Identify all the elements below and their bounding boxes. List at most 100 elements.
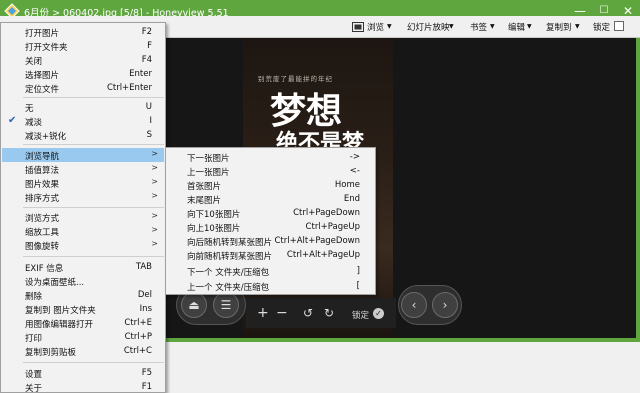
menu-item-label: 设置 [25,370,43,380]
menu-item-shortcut: Del [137,290,152,300]
rotate-right-icon[interactable]: ↻ [324,306,334,320]
menu-item-label: 定位文件 [25,85,60,95]
submenu-item-next-image[interactable]: 下一张图片 -> [167,150,374,164]
edit-dropdown-icon[interactable]: ▼ [527,23,532,30]
menu-item-dodge[interactable]: ✔ 减淡 I [2,114,164,128]
submenu-item-last-image[interactable]: 末尾图片 End [167,192,374,206]
submenu-item-previous-folder[interactable]: 上一个 文件夹/压缩包 [ [167,279,374,293]
submenu-arrow-icon: > [151,211,158,220]
menu-item-delete[interactable]: 删除 Del [2,288,164,302]
menu-item-shortcut: ] [356,266,360,276]
toolbar-slideshow[interactable]: 幻灯片放映 [407,21,450,33]
lock-check-icon[interactable]: ✓ [373,308,384,319]
menu-item-open-image[interactable]: 打开图片 F2 [2,25,164,39]
menu-separator [23,144,164,145]
menu-item-browse-mode[interactable]: 浏览方式 > [2,210,164,224]
menu-item-zoom-tools[interactable]: 缩放工具 > [2,224,164,238]
menu-item-label: 选择图片 [25,71,60,81]
menu-item-close[interactable]: 关闭 F4 [2,53,164,67]
submenu-item-next-folder[interactable]: 下一个 文件夹/压缩包] [167,264,374,278]
menu-separator [23,97,164,98]
menu-item-label: EXIF 信息 [25,264,64,274]
menu-item-select-image[interactable]: 选择图片 Enter [2,67,164,81]
menu-item-set-wallpaper[interactable]: 设为桌面壁纸... [2,274,164,288]
browse-navigation-submenu: 下一张图片 -> 上一张图片 <- 首张图片 Home 末尾图片 End 向下10张图片… [165,147,376,295]
menu-item-shortcut: F2 [141,27,152,37]
menu-item-copy-clipboard[interactable]: 复制到剪贴板 Ctrl+C [2,344,164,358]
toolbar-browse[interactable]: 浏览 [367,21,384,33]
window-border-right [636,22,640,342]
menu-item-label: 复制到剪贴板 [25,348,77,358]
submenu-arrow-icon: > [151,239,158,248]
menu-item-shortcut: Ctrl+PageUp [305,222,360,232]
menu-item-shortcut: Ctrl+P [124,332,152,342]
view-mode-icon[interactable] [352,22,364,32]
menu-item-label: 图像旋转 [25,242,60,252]
zoom-in-icon[interactable]: + [257,306,269,320]
eject-icon[interactable]: ⏏ [181,292,207,318]
lock-checkbox[interactable] [614,21,624,31]
menu-item-label: 打开图片 [25,29,60,39]
toolbar-edit[interactable]: 编辑 [508,21,525,33]
menu-item-open-with-editor[interactable]: 用图像编辑器打开 Ctrl+E [2,316,164,330]
previous-icon[interactable]: ‹ [401,292,427,318]
menu-item-browse-navigation[interactable]: 浏览导航 > [2,148,164,162]
menu-item-exif-info[interactable]: EXIF 信息 TAB [2,260,164,274]
menu-item-label: 减淡 [25,118,43,128]
bookmarks-dropdown-icon[interactable]: ▼ [490,23,495,30]
menu-item-label: 无 [25,104,34,114]
next-icon[interactable]: › [432,292,458,318]
menu-item-settings[interactable]: 设置 F5 [2,366,164,380]
menu-item-shortcut: F1 [141,382,152,392]
menu-item-shortcut: S [146,130,152,140]
menu-item-shortcut: I [149,116,152,126]
menu-item-shortcut: TAB [135,262,152,272]
menu-item-label: 关闭 [25,57,43,67]
menu-item-label: 上一张图片 [187,168,230,178]
submenu-item-previous-image[interactable]: 上一张图片 <- [167,164,374,178]
rotate-left-icon[interactable]: ↺ [303,306,313,320]
menu-item-dodge-sharpen[interactable]: 减淡+锐化 S [2,128,164,142]
submenu-item-up-10[interactable]: 向上10张图片 Ctrl+PageUp [167,220,374,234]
menu-item-label: 首张图片 [187,182,222,192]
menu-item-label: 向前随机转到某张图片 [187,252,273,262]
toolbar-copy-to[interactable]: 复制到 [546,21,572,33]
menu-item-locate-file[interactable]: 定位文件 Ctrl+Enter [2,81,164,95]
menu-item-copy-to-folder[interactable]: 复制到 图片文件夹 Ins [2,302,164,316]
submenu-item-random-backward[interactable]: 向前随机转到某张图片 Ctrl+Alt+PageUp [167,248,374,262]
menu-separator [23,362,164,363]
menu-item-interpolation[interactable]: 插值算法 > [2,162,164,176]
toolbar-bookmarks[interactable]: 书签 [470,21,487,33]
menu-item-label: 缩放工具 [25,228,60,238]
submenu-item-random-forward[interactable]: 向后随机转到某张图片 Ctrl+Alt+PageDown [167,234,374,248]
menu-item-label: 打印 [25,334,43,344]
slideshow-dropdown-icon[interactable]: ▼ [449,23,454,30]
menu-item-label: 排序方式 [25,194,60,204]
image-title-line2: 绝不是梦 [276,131,365,149]
menu-item-image-effects[interactable]: 图片效果 > [2,176,164,190]
submenu-arrow-icon: > [151,225,158,234]
menu-item-shortcut: Ctrl+Alt+PageUp [286,250,360,260]
copy-to-dropdown-icon[interactable]: ▼ [575,23,580,30]
menu-item-sort[interactable]: 排序方式 > [2,190,164,204]
menu-item-image-rotation[interactable]: 图像旋转 > [2,238,164,252]
overlay-lock-label[interactable]: 锁定 [352,309,369,321]
menu-item-shortcut: Ctrl+E [124,318,152,328]
menu-item-none[interactable]: 无U [2,100,164,114]
menu-item-label: 减淡+锐化 [25,132,67,142]
menu-item-label: 下一个 文件夹/压缩包 [187,268,270,278]
menu-item-print[interactable]: 打印 Ctrl+P [2,330,164,344]
submenu-item-down-10[interactable]: 向下10张图片 Ctrl+PageDown [167,206,374,220]
menu-item-label: 浏览方式 [25,214,60,224]
zoom-out-icon[interactable]: − [276,306,288,320]
submenu-item-first-image[interactable]: 首张图片 Home [167,178,374,192]
checkmark-icon: ✔ [8,115,17,126]
browse-dropdown-icon[interactable]: ▼ [387,23,392,30]
menu-item-label: 关于 [25,384,43,393]
menu-item-about[interactable]: 关于 F1 [2,380,164,393]
menu-item-open-folder[interactable]: 打开文件夹 F [2,39,164,53]
toolbar-lock[interactable]: 锁定 [593,21,610,33]
menu-item-shortcut: Enter [129,69,152,79]
menu-icon[interactable]: ☰ [213,292,239,318]
menu-item-label: 删除 [25,292,43,302]
